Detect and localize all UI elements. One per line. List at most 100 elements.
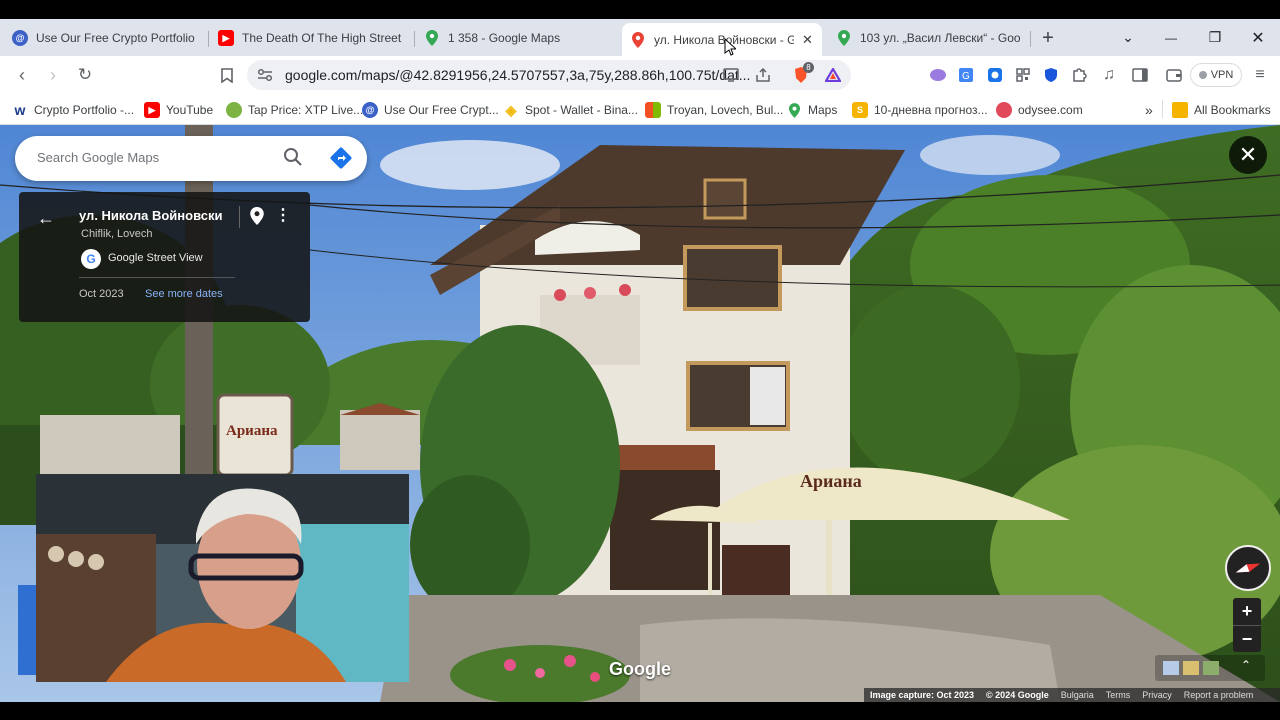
forward-icon[interactable]: ›: [41, 63, 65, 87]
bookmark-use-our-free-crypto[interactable]: @ Use Our Free Crypt...: [362, 100, 499, 120]
tab-separator: [208, 31, 209, 47]
weather-icon: S: [852, 102, 868, 118]
translate-icon[interactable]: G: [954, 63, 978, 87]
brave-rewards-icon[interactable]: [821, 63, 845, 87]
all-bookmarks-button[interactable]: All Bookmarks: [1172, 100, 1271, 120]
maps-pin-icon: [424, 30, 440, 46]
terms-link[interactable]: Terms: [1106, 690, 1131, 700]
more-options-icon[interactable]: ⋮: [275, 205, 291, 225]
close-tab-icon[interactable]: ✕: [802, 32, 813, 48]
crypto-icon: w: [14, 102, 26, 118]
maps-pin-icon: [836, 30, 852, 46]
odysee-icon: [996, 102, 1012, 118]
map-thumbnail-icon[interactable]: [1163, 661, 1179, 675]
maps-search-box[interactable]: Search Google Maps: [15, 136, 367, 181]
bookmark-odysee[interactable]: odysee.com: [996, 100, 1083, 120]
tab-active-street-view[interactable]: ул. Никола Войновски - Go ✕: [622, 23, 822, 56]
back-icon[interactable]: ‹: [10, 63, 34, 87]
extension-leo-icon[interactable]: [926, 63, 950, 87]
copyright: © 2024 Google: [986, 690, 1049, 700]
bookmark-page-icon[interactable]: [215, 63, 239, 87]
portfolio-icon: @: [362, 102, 378, 118]
extensions-puzzle-icon[interactable]: [1067, 63, 1091, 87]
portfolio-icon: @: [12, 30, 28, 46]
google-g-icon: G: [81, 249, 101, 269]
svg-text:G: G: [962, 71, 970, 82]
search-placeholder: Search Google Maps: [37, 150, 160, 165]
browser-window: @ Use Our Free Crypto Portfolio Tra ▶ Th…: [0, 0, 1280, 720]
close-street-view-button[interactable]: ✕: [1229, 136, 1267, 174]
sidebar-icon[interactable]: [1128, 63, 1152, 87]
card-separator: [79, 277, 235, 278]
vpn-button[interactable]: VPN: [1190, 63, 1242, 87]
terrain-thumbnail-icon[interactable]: [1203, 661, 1219, 675]
webcam-overlay: [36, 474, 409, 682]
maps-pin-icon: [630, 31, 646, 48]
minimize-button[interactable]: —: [1150, 19, 1192, 56]
bookmark-crypto-portfolio[interactable]: w Crypto Portfolio -...: [12, 100, 134, 120]
privacy-link[interactable]: Privacy: [1142, 690, 1172, 700]
card-divider: [239, 206, 240, 228]
attribution-footer: Image capture: Oct 2023 © 2024 Google Bu…: [864, 688, 1280, 702]
site-info-icon[interactable]: [253, 63, 277, 87]
search-icon[interactable]: [283, 147, 303, 172]
windows-icon: [645, 102, 661, 118]
layer-thumbnails[interactable]: ⌃: [1155, 655, 1265, 681]
tab-vasil-levski[interactable]: 103 ул. „Васил Левски“ - Google: [828, 23, 1028, 53]
bookmark-weather-forecast[interactable]: S 10-дневна прогноз...: [852, 100, 988, 120]
zoom-controls: + −: [1233, 598, 1261, 652]
bookmark-youtube[interactable]: ▶ YouTube: [144, 100, 213, 120]
street-view-panorama[interactable]: Ариана Ариана Search Google Maps ← ул. Н…: [0, 125, 1280, 702]
compass-control[interactable]: [1225, 545, 1271, 591]
tab-search-button[interactable]: ⌄: [1107, 19, 1149, 56]
bookmark-binance-wallet[interactable]: ◈ Spot - Wallet - Bina...: [503, 100, 638, 120]
tab-separator: [414, 31, 415, 47]
back-arrow-icon[interactable]: ←: [37, 208, 55, 229]
see-more-dates-link[interactable]: See more dates: [145, 288, 223, 300]
zoom-in-button[interactable]: +: [1233, 598, 1261, 625]
restore-button[interactable]: ❐: [1194, 19, 1236, 56]
provider-label: Google Street View: [108, 252, 203, 264]
wallet-icon[interactable]: [1162, 63, 1186, 87]
bookmark-maps[interactable]: Maps: [786, 100, 837, 120]
report-problem-link[interactable]: Report a problem: [1184, 690, 1254, 700]
folder-icon: [1172, 102, 1188, 118]
tab-youtube[interactable]: ▶ The Death Of The High Street - I: [210, 23, 410, 53]
vpn-label: VPN: [1210, 69, 1234, 81]
address-bar[interactable]: google.com/maps/@42.8291956,24.5707557,3…: [247, 60, 851, 90]
bookmark-troyan-lovech[interactable]: Troyan, Lovech, Bul...: [645, 100, 783, 120]
cast-icon[interactable]: [719, 63, 743, 87]
satellite-thumbnail-icon[interactable]: [1183, 661, 1199, 675]
close-window-button[interactable]: ✕: [1237, 19, 1279, 56]
binance-icon: ◈: [505, 101, 517, 118]
tab-crypto-portfolio[interactable]: @ Use Our Free Crypto Portfolio Tra: [4, 23, 204, 53]
maps-pin-icon: [786, 102, 802, 118]
tab-separator: [1030, 31, 1031, 47]
tab-google-maps-1358[interactable]: 1 358 - Google Maps: [416, 23, 616, 53]
expand-icon[interactable]: ⌃: [1241, 658, 1251, 672]
media-music-icon[interactable]: ♫: [1097, 63, 1121, 87]
country-link[interactable]: Bulgaria: [1061, 690, 1094, 700]
street-name: ул. Никола Войновски: [79, 208, 223, 223]
zoom-out-button[interactable]: −: [1233, 625, 1261, 652]
vpn-status-dot-icon: [1198, 71, 1207, 79]
share-icon[interactable]: [751, 63, 775, 87]
reload-icon[interactable]: ↻: [73, 63, 97, 87]
menu-icon[interactable]: ≡: [1248, 63, 1272, 87]
tab-strip: @ Use Our Free Crypto Portfolio Tra ▶ Th…: [0, 19, 1280, 56]
umbrella-brand-text: Ариана: [800, 471, 862, 491]
qr-code-icon[interactable]: [1011, 63, 1035, 87]
directions-icon[interactable]: [330, 147, 352, 174]
more-bookmarks-button[interactable]: »: [1145, 100, 1153, 120]
shield-extension-icon[interactable]: [1039, 63, 1063, 87]
screenshot-extension-icon[interactable]: [983, 63, 1007, 87]
shop-sign-text: Ариана: [226, 423, 278, 439]
brave-shields-badge: 8: [803, 62, 814, 73]
webcam-image: [36, 474, 409, 682]
tap-icon: [226, 102, 242, 118]
mouse-cursor-icon: [724, 37, 738, 61]
new-tab-button[interactable]: +: [1036, 26, 1060, 50]
location-pin-icon[interactable]: [250, 207, 264, 230]
image-capture-date: Image capture: Oct 2023: [870, 690, 975, 700]
bookmark-tap-price[interactable]: Tap Price: XTP Live...: [226, 100, 363, 120]
